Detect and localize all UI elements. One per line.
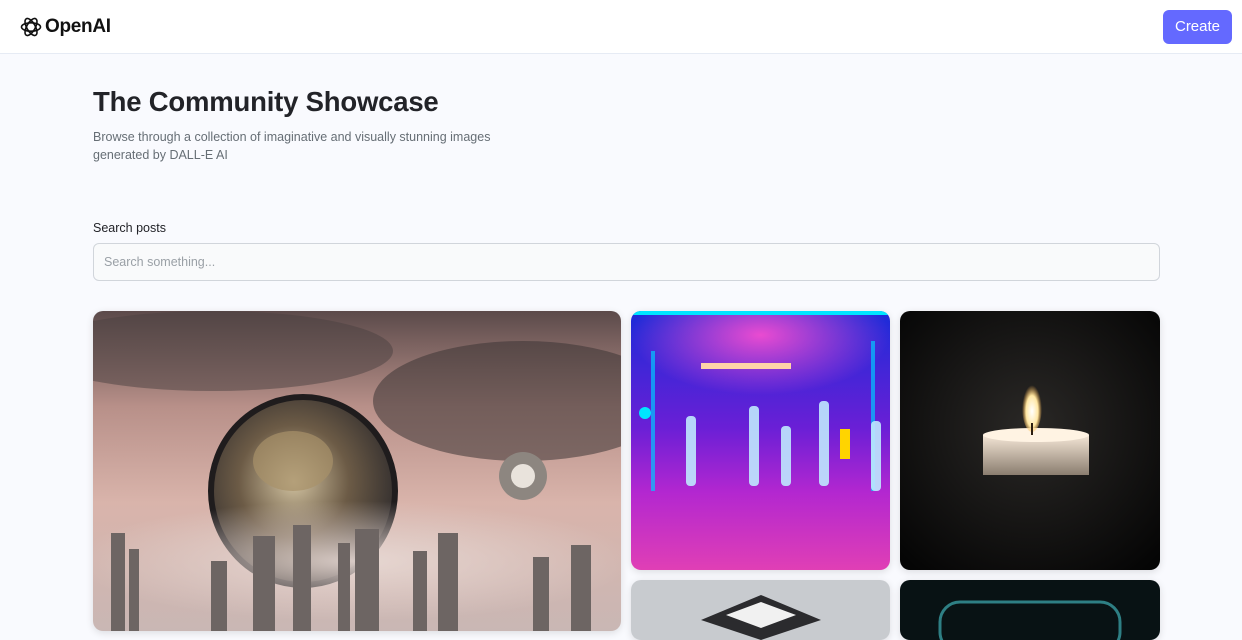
top-nav: OpenAI Create <box>0 0 1242 54</box>
gallery-card-cube[interactable] <box>631 580 890 640</box>
gallery-card-neon-dancers[interactable] <box>631 311 890 570</box>
gallery-card-glowing-ring[interactable] <box>900 580 1160 640</box>
glowing-ring-image <box>900 580 1160 640</box>
create-button[interactable]: Create <box>1163 9 1232 44</box>
page-title: The Community Showcase <box>93 86 439 117</box>
futuristic-city-portal-image <box>93 311 621 631</box>
candle-image <box>900 311 1160 570</box>
main-content: The Community Showcase Browse through a … <box>0 86 1242 281</box>
openai-logo-icon <box>19 15 43 39</box>
page-subtitle: Browse through a collection of imaginati… <box>93 130 491 162</box>
gallery-card-city-portal[interactable] <box>93 311 621 631</box>
openai-logo[interactable]: OpenAI <box>19 15 111 39</box>
logo-text: OpenAI <box>45 15 111 37</box>
search-input[interactable] <box>93 243 1160 281</box>
cube-image <box>631 580 890 640</box>
search-label: Search posts <box>93 221 166 235</box>
gallery-card-candle[interactable] <box>900 311 1160 570</box>
neon-dancers-image <box>631 311 890 570</box>
image-gallery <box>93 311 1160 640</box>
